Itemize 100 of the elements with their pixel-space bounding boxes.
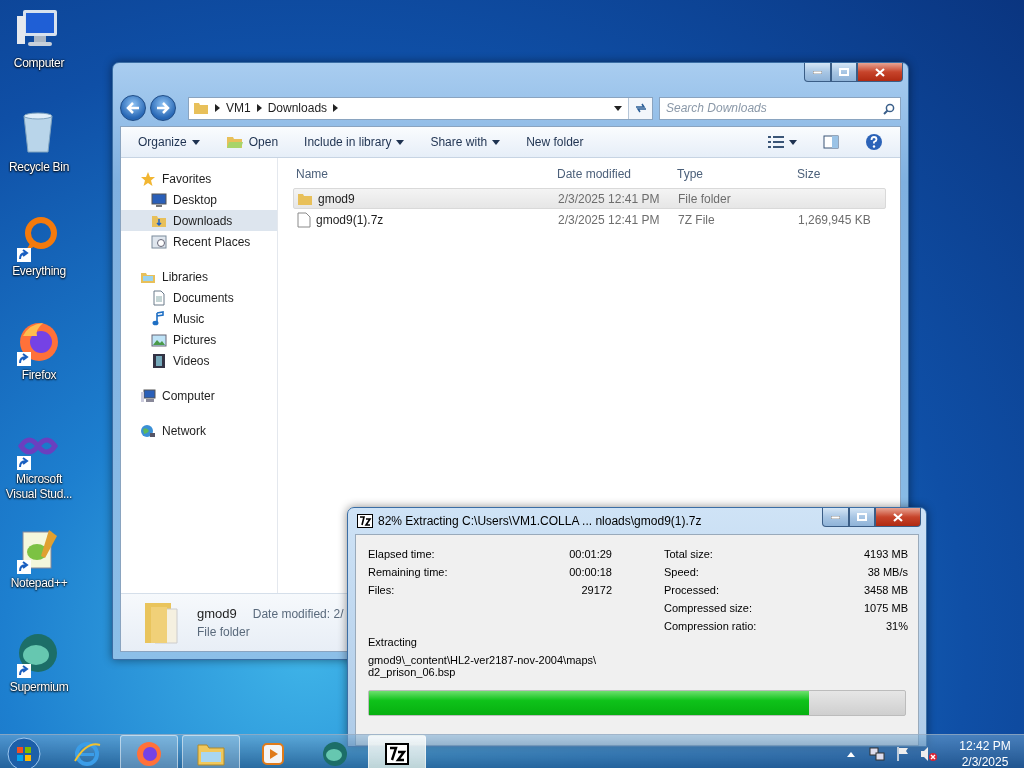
toolbar-button[interactable]: Share with [419, 129, 512, 155]
music-note-icon [151, 310, 167, 327]
start-button[interactable] [4, 735, 44, 768]
stat-label: Compression ratio: [664, 620, 757, 632]
desktop-icon-label[interactable]: Supermium [0, 680, 78, 695]
desktop-icon-label[interactable]: Recycle Bin [0, 160, 78, 175]
caret-icon [789, 139, 797, 145]
column-header[interactable]: Size [797, 167, 886, 181]
status-label: Extracting [368, 636, 418, 648]
desktop-icon-label[interactable]: Computer [0, 56, 78, 71]
toolbar-button[interactable]: New folder [515, 129, 595, 155]
caret-icon [396, 139, 405, 145]
close-button[interactable] [875, 508, 921, 527]
nav-item[interactable]: Pictures [121, 329, 277, 350]
forward-button[interactable] [150, 95, 176, 121]
picture-icon [151, 331, 167, 348]
nav-item[interactable]: Network [121, 420, 277, 441]
file-row[interactable]: gmod9 2/3/2025 12:41 PM File folder [293, 188, 886, 209]
search-icon [883, 102, 895, 115]
nav-item[interactable]: Documents [121, 287, 277, 308]
computer-icon [140, 387, 156, 404]
clock-time: 12:42 PM [959, 738, 1011, 754]
nav-item[interactable]: Videos [121, 350, 277, 371]
address-bar[interactable]: VM1 Downloads [188, 96, 653, 120]
forward-arrow-icon [156, 102, 170, 114]
stat-value: 3458 MB [863, 584, 908, 596]
desktop-icon-label[interactable]: Microsoft Visual Stud... [0, 472, 78, 502]
close-icon [893, 512, 903, 522]
stat-value: 31% [885, 620, 908, 632]
nav-item[interactable]: Desktop [121, 189, 277, 210]
network-globe-icon [140, 422, 156, 439]
nav-item[interactable]: Libraries [121, 266, 277, 287]
recent-places-icon [151, 233, 167, 250]
stat-label: Files: [368, 584, 395, 596]
refresh-button[interactable] [628, 97, 652, 119]
back-arrow-icon [126, 102, 140, 114]
window-title: 82% Extracting C:\Users\VM1.COLLA ... nloads\gmod9(1).7z [378, 514, 703, 528]
file-row[interactable]: gmod9(1).7z 2/3/2025 12:41 PM 7Z File 1,269,945 KB [293, 209, 886, 230]
stat-value: 38 MB/s [867, 566, 908, 578]
monitor-icon [151, 191, 167, 208]
nav-item[interactable]: Computer [121, 385, 277, 406]
nav-item[interactable]: Music [121, 308, 277, 329]
toolbar-button[interactable]: Open [214, 129, 290, 155]
star-icon [140, 170, 156, 187]
stat-label: Speed: [664, 566, 699, 578]
taskbar-app-button[interactable] [368, 735, 426, 768]
nav-item[interactable]: Favorites [121, 168, 277, 189]
close-icon [875, 67, 885, 77]
folder-icon [193, 100, 209, 116]
stat-value: 1075 MB [863, 602, 908, 614]
search-field[interactable]: Search Downloads [659, 96, 901, 120]
restore-button[interactable] [849, 508, 875, 527]
desktop-icon-label[interactable]: Everything [0, 264, 78, 279]
fox-globe-icon [134, 739, 164, 768]
current-file-path: d2_prison_06.bsp [368, 666, 457, 678]
close-button[interactable] [857, 63, 903, 82]
minimize-button[interactable] [804, 63, 831, 82]
breadcrumb-item[interactable]: VM1 [226, 101, 251, 115]
selected-item-name: gmod9 [197, 606, 237, 621]
stat-label: Compressed size: [664, 602, 753, 614]
chevron-right-icon [256, 104, 262, 112]
item-type: File folder [197, 625, 251, 639]
file-icon [297, 211, 311, 228]
preview-pane-icon [823, 135, 839, 149]
toolbar-button[interactable]: Organize [127, 129, 211, 155]
column-header[interactable]: Name [296, 167, 557, 181]
open-folder-icon [225, 134, 244, 150]
clock[interactable]: 12:42 PM 2/3/2025 [952, 738, 1018, 768]
orb-icon [320, 739, 350, 768]
refresh-icon [633, 102, 648, 114]
minimize-button[interactable] [822, 508, 849, 527]
muted-speaker-icon [920, 746, 938, 762]
stat-label: Processed: [664, 584, 720, 596]
desktop-icon-label[interactable]: Notepad++ [0, 576, 78, 591]
breadcrumb-item[interactable]: Downloads [267, 101, 328, 115]
file-type: 7Z File [678, 212, 716, 227]
column-header[interactable]: Type [677, 167, 797, 181]
column-header[interactable]: Date modified [557, 167, 677, 181]
restore-icon [857, 513, 867, 521]
desktop-icon-label[interactable]: Firefox [0, 368, 78, 383]
file-name: gmod9(1).7z [316, 212, 384, 227]
clock-date: 2/3/2025 [961, 754, 1009, 768]
start-orb-icon [6, 736, 42, 768]
chevron-right-icon [333, 104, 339, 112]
nav-item[interactable]: Recent Places [121, 231, 277, 252]
letter-e-globe-icon [72, 739, 102, 768]
document-icon [151, 289, 167, 306]
file-type: File folder [678, 191, 732, 206]
caret-up-icon [847, 751, 855, 757]
file-size: 1,269,945 KB [798, 212, 872, 227]
toolbar-button[interactable]: Include in library [293, 129, 416, 155]
stat-label: Elapsed time: [368, 548, 435, 560]
dropdown-caret-icon[interactable] [614, 105, 622, 111]
maximize-button[interactable] [831, 63, 857, 82]
date-modified: 2/3/2025 12:41 PM [558, 212, 661, 227]
stat-value: 29172 [581, 584, 612, 596]
date-modified-label: Date modified: 2/ [252, 607, 344, 621]
nav-item[interactable]: Downloads [121, 210, 277, 231]
caret-icon [492, 139, 501, 145]
back-button[interactable] [120, 95, 146, 121]
